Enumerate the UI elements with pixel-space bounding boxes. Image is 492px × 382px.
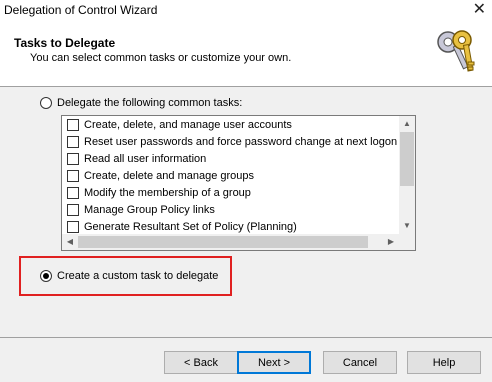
task-label: Modify the membership of a group — [84, 187, 251, 199]
close-icon[interactable]: ✕ — [473, 1, 486, 19]
list-item[interactable]: Create, delete and manage groups — [64, 168, 400, 185]
task-label: Read all user information — [84, 153, 207, 165]
next-button[interactable]: Next > — [237, 351, 311, 374]
task-checkbox[interactable] — [67, 187, 79, 199]
task-label: Generate Resultant Set of Policy (Planni… — [84, 221, 297, 233]
scroll-left-icon[interactable]: ◀ — [62, 234, 78, 250]
page-subtitle: You can select common tasks or customize… — [30, 52, 292, 64]
help-button[interactable]: Help — [407, 351, 481, 374]
task-checkbox[interactable] — [67, 136, 79, 148]
cancel-button[interactable]: Cancel — [323, 351, 397, 374]
scroll-right-icon[interactable]: ▶ — [383, 234, 399, 250]
task-checkbox[interactable] — [67, 119, 79, 131]
keys-icon — [437, 30, 475, 72]
task-checkbox[interactable] — [67, 153, 79, 165]
list-item[interactable]: Manage Group Policy links — [64, 202, 400, 219]
back-button[interactable]: < Back — [164, 351, 238, 374]
page-title: Tasks to Delegate — [14, 36, 116, 50]
custom-task-radio[interactable] — [40, 270, 52, 282]
task-label: Create, delete and manage groups — [84, 170, 255, 182]
horizontal-scroll-thumb[interactable] — [78, 236, 368, 248]
task-label: Manage Group Policy links — [84, 204, 215, 216]
vertical-scroll-thumb[interactable] — [400, 132, 414, 186]
tasks-listbox[interactable]: Create, delete, and manage user accounts… — [61, 115, 416, 251]
title-bar: Delegation of Control Wizard ✕ — [0, 0, 492, 22]
task-checkbox[interactable] — [67, 221, 79, 233]
task-checkbox[interactable] — [67, 170, 79, 182]
header-panel: Tasks to Delegate You can select common … — [0, 22, 492, 87]
list-item[interactable]: Read all user information — [64, 151, 400, 168]
task-checkbox[interactable] — [67, 204, 79, 216]
vertical-scrollbar[interactable]: ▲ ▼ — [399, 116, 415, 234]
task-label: Reset user passwords and force password … — [84, 136, 398, 148]
footer-divider — [0, 337, 492, 338]
list-item[interactable]: Create, delete, and manage user accounts — [64, 117, 400, 134]
common-tasks-radio[interactable] — [40, 97, 52, 109]
list-item[interactable]: Modify the membership of a group — [64, 185, 400, 202]
custom-task-label: Create a custom task to delegate — [57, 270, 219, 282]
task-label: Create, delete, and manage user accounts — [84, 119, 292, 131]
common-tasks-label: Delegate the following common tasks: — [57, 97, 243, 109]
scroll-up-icon[interactable]: ▲ — [399, 116, 415, 132]
window-title: Delegation of Control Wizard — [4, 3, 158, 17]
scrollbar-corner — [399, 234, 415, 250]
scroll-down-icon[interactable]: ▼ — [399, 218, 415, 234]
list-item[interactable]: Reset user passwords and force password … — [64, 134, 400, 151]
horizontal-scrollbar[interactable]: ◀ ▶ — [62, 234, 399, 250]
